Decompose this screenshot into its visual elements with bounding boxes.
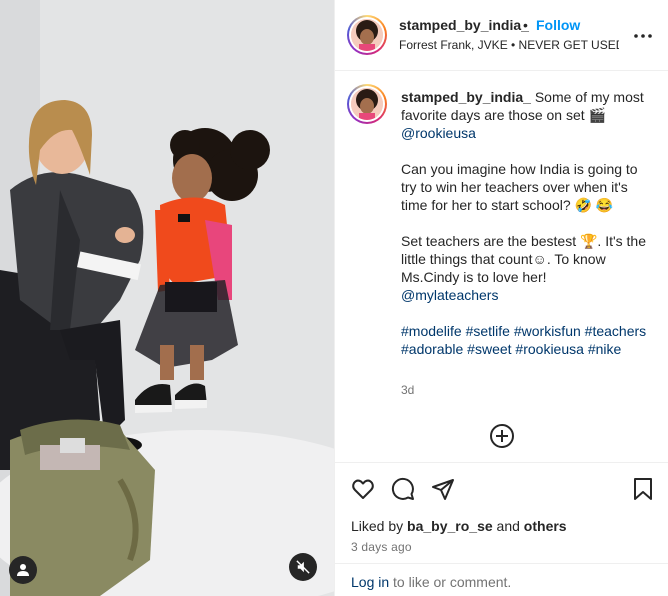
- mute-audio-button[interactable]: [289, 553, 317, 581]
- heart-icon: [352, 479, 374, 499]
- hashtag-link[interactable]: #modelife: [401, 323, 462, 339]
- load-more-comments-button[interactable]: [489, 423, 515, 449]
- post-date[interactable]: 3 days ago: [351, 540, 412, 554]
- avatar-photo: [351, 19, 383, 51]
- share-button[interactable]: [431, 477, 455, 501]
- caption-paragraph: Can you imagine how India is going to tr…: [401, 161, 638, 213]
- caption-author-avatar[interactable]: [347, 84, 387, 124]
- tagged-users-button[interactable]: [9, 556, 37, 584]
- caption-timestamp[interactable]: 3d: [401, 383, 414, 397]
- hashtag-link[interactable]: #adorable: [401, 341, 463, 357]
- bookmark-icon: [634, 478, 652, 500]
- hashtag-link[interactable]: #sweet: [467, 341, 511, 357]
- post-media-video[interactable]: [0, 0, 334, 596]
- like-button[interactable]: [351, 477, 375, 501]
- video-frame: [0, 0, 334, 596]
- likes-prefix: Liked by: [351, 518, 404, 534]
- login-link[interactable]: Log in: [351, 574, 389, 590]
- save-button[interactable]: [631, 477, 655, 501]
- author-avatar[interactable]: [347, 15, 387, 55]
- likes-others-link[interactable]: others: [524, 518, 567, 534]
- hashtag-link[interactable]: #teachers: [585, 323, 646, 339]
- more-horizontal-icon: [634, 34, 652, 38]
- avatar-photo: [351, 88, 383, 120]
- likes-summary: Liked by ba_by_ro_se and others: [351, 518, 567, 534]
- caption-paragraph: Set teachers are the bestest 🏆. It's the…: [401, 233, 647, 285]
- caption-section: stamped_by_india_ Some of my most favori…: [335, 72, 668, 461]
- liker-username[interactable]: ba_by_ro_se: [407, 518, 493, 534]
- follow-button[interactable]: Follow: [536, 17, 580, 33]
- comment-icon: [391, 477, 414, 500]
- hashtag-list: #modelife #setlife #workisfun #teachers …: [401, 322, 649, 358]
- login-prompt: Log in to like or comment.: [335, 563, 668, 596]
- caption-username[interactable]: stamped_by_india_: [401, 89, 531, 105]
- separator-dot: •: [523, 17, 528, 33]
- hashtag-link[interactable]: #nike: [588, 341, 621, 357]
- user-icon: [17, 564, 29, 576]
- plus-circle-icon: [490, 424, 514, 448]
- post-sidebar: stamped_by_india_ • Follow Forrest Frank…: [334, 0, 668, 596]
- comment-button[interactable]: [391, 477, 415, 501]
- caption-text: stamped_by_india_ Some of my most favori…: [401, 88, 649, 376]
- send-icon: [432, 479, 454, 500]
- hashtag-link[interactable]: #workisfun: [514, 323, 581, 339]
- mention-link[interactable]: @mylateachers: [401, 287, 498, 303]
- likes-and: and: [496, 518, 520, 534]
- more-options-button[interactable]: [631, 24, 655, 48]
- post-actions: Liked by ba_by_ro_se and others 3 days a…: [335, 462, 668, 572]
- login-prompt-text: to like or comment.: [393, 574, 512, 590]
- hashtag-link[interactable]: #rookieusa: [515, 341, 584, 357]
- audio-track-link[interactable]: Forrest Frank, JVKE • NEVER GET USED...: [399, 38, 619, 52]
- mention-link[interactable]: @rookieusa: [401, 125, 476, 141]
- hashtag-link[interactable]: #setlife: [466, 323, 510, 339]
- speaker-muted-icon: [296, 560, 310, 574]
- post-header: stamped_by_india_ • Follow Forrest Frank…: [335, 0, 668, 71]
- author-username[interactable]: stamped_by_india_: [399, 17, 529, 33]
